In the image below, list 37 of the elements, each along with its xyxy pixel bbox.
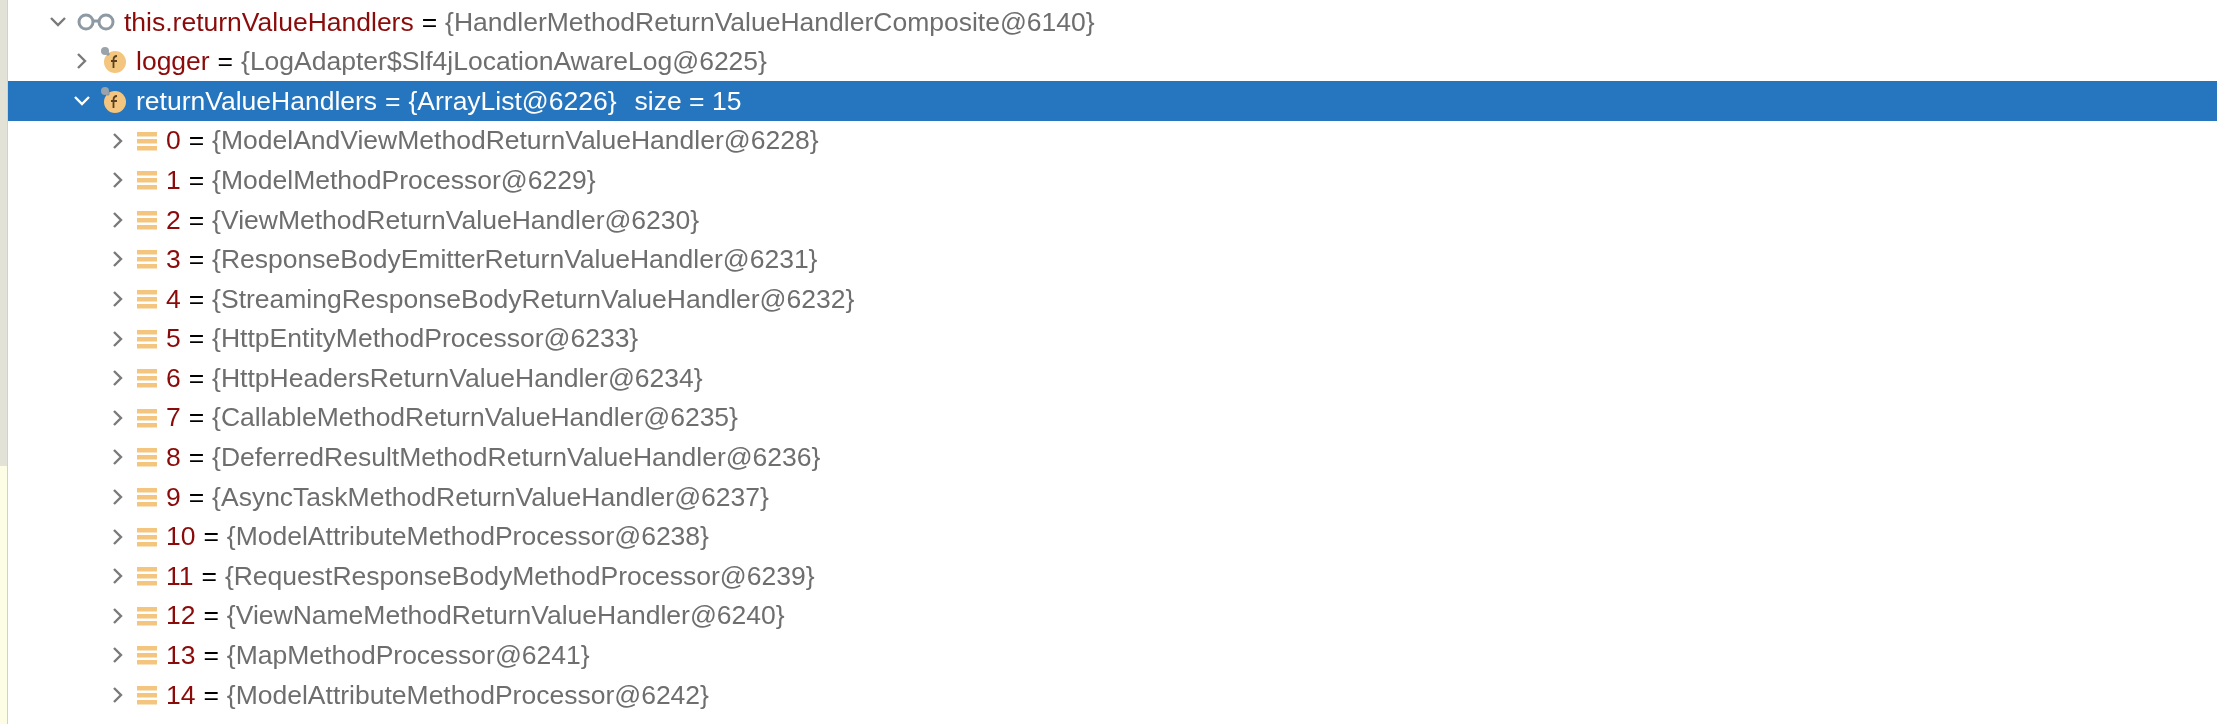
list-icon <box>136 525 158 548</box>
variable-text: 7 = {CallableMethodReturnValueHandler@6235} <box>166 404 738 431</box>
variable-text: 8 = {DeferredResultMethodReturnValueHandler@6236} <box>166 444 821 471</box>
variable-text: 12 = {ViewNameMethodReturnValueHandler@6240} <box>166 602 785 629</box>
list-icon <box>136 446 158 469</box>
variable-text: 5 = {HttpEntityMethodProcessor@6233} <box>166 325 639 352</box>
variable-text: 0 = {ModelAndViewMethodReturnValueHandler@6228} <box>166 127 819 154</box>
variable-text: 4 = {StreamingResponseBodyReturnValueHandler@6232} <box>166 285 855 313</box>
list-icon <box>136 129 158 152</box>
variable-text: this.returnValueHandlers = {HandlerMethodReturnValueHandlerComposite@6140} <box>124 8 1095 36</box>
variable-text: 3 = {ResponseBodyEmitterReturnValueHandler@6231} <box>166 246 818 273</box>
variable-text: logger = {LogAdapter$Slf4jLocationAwareLog@6225} <box>136 48 767 75</box>
list-icon <box>136 287 158 310</box>
variable-text: 10 = {ModelAttributeMethodProcessor@6238} <box>166 523 709 550</box>
list-icon <box>136 485 158 508</box>
list-icon <box>136 367 158 390</box>
list-icon <box>136 406 158 429</box>
list-icon <box>136 644 158 667</box>
list-icon <box>136 169 158 192</box>
list-icon <box>136 565 158 588</box>
list-icon <box>136 604 158 627</box>
variable-text: 13 = {MapMethodProcessor@6241} <box>166 642 590 669</box>
variable-text: 2 = {ViewMethodReturnValueHandler@6230} <box>166 206 700 233</box>
variable-text: 14 = {ModelAttributeMethodProcessor@6242} <box>166 681 709 709</box>
variable-text: 1 = {ModelMethodProcessor@6229} <box>166 166 596 194</box>
list-icon <box>136 683 158 706</box>
selected-row[interactable]: returnValueHandlers = {ArrayList@6226} size = 15 <box>8 81 2217 121</box>
variable-text: 9 = {AsyncTaskMethodReturnValueHandler@6237} <box>166 483 769 511</box>
field-icon <box>100 86 128 116</box>
glasses-icon <box>76 11 116 32</box>
list-icon <box>136 208 158 231</box>
variable-text: 11 = {RequestResponseBodyMethodProcessor@6239} <box>166 562 815 590</box>
variable-text: returnValueHandlers = {ArrayList@6226} <box>136 87 617 115</box>
list-icon <box>136 248 158 271</box>
size-text: size = 15 <box>634 87 742 115</box>
list-icon <box>136 327 158 350</box>
variable-text: 6 = {HttpHeadersReturnValueHandler@6234} <box>166 364 703 392</box>
